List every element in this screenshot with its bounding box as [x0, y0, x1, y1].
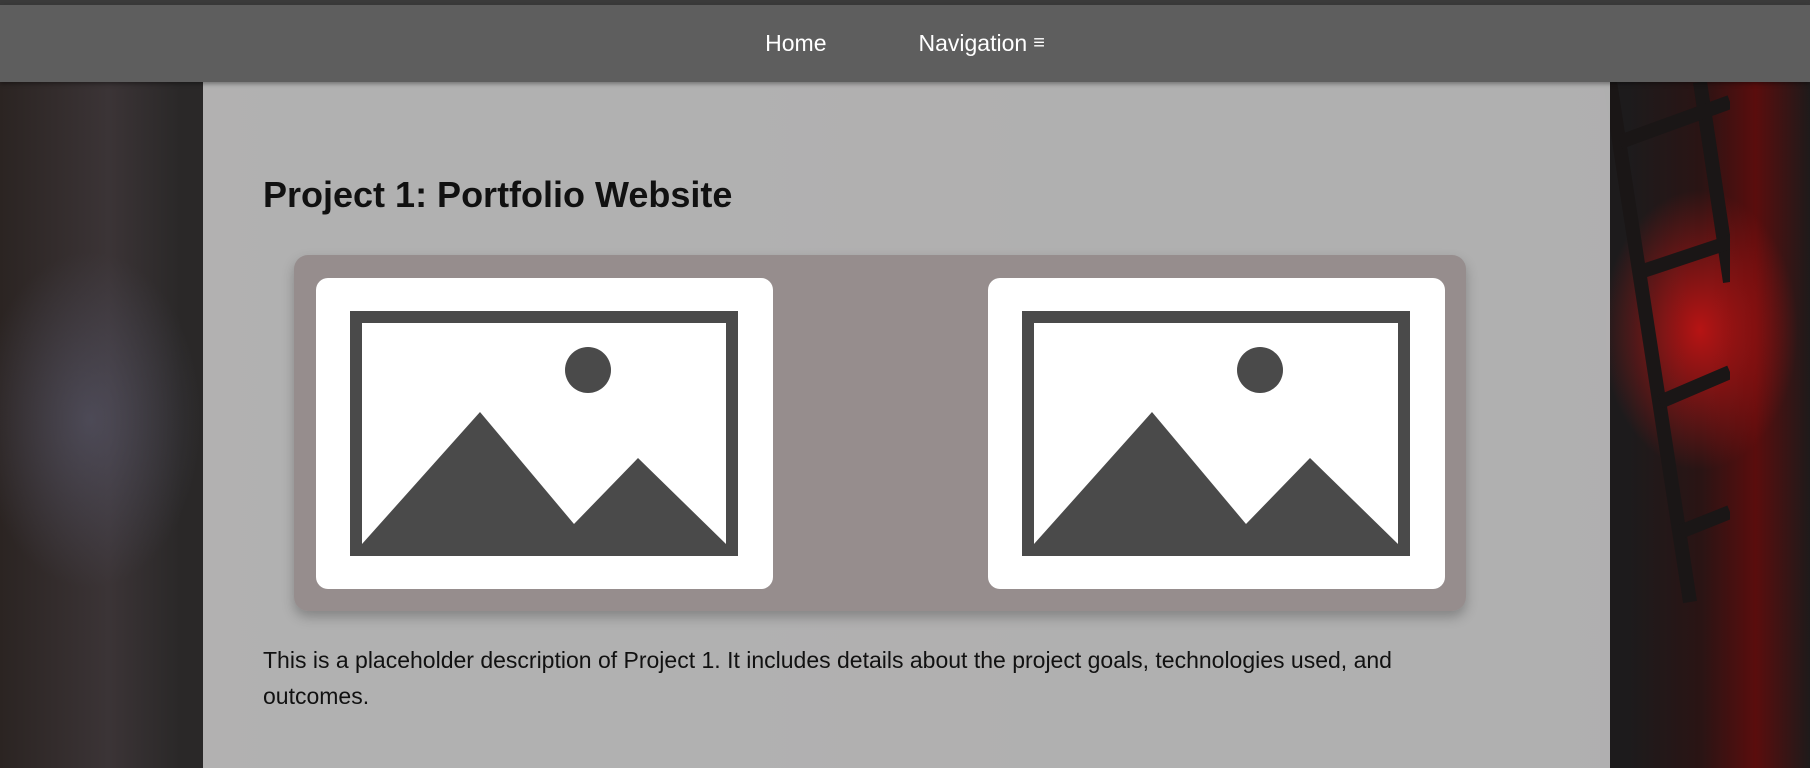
project-image-2[interactable]: [988, 278, 1445, 589]
project-description: This is a placeholder description of Pro…: [263, 647, 1392, 709]
main-content-panel: Project 1: Portfolio Website This is a p…: [203, 82, 1610, 768]
project-image-gallery: [294, 255, 1466, 611]
nav-home-label: Home: [765, 30, 827, 56]
project-title: Project 1: Portfolio Website: [263, 174, 733, 215]
project-image-1[interactable]: [316, 278, 773, 589]
image-placeholder-icon: [350, 311, 738, 556]
top-navbar: Home Navigation ≡: [0, 5, 1810, 82]
nav-navigation-label: Navigation: [918, 30, 1028, 56]
nav-navigation-menu[interactable]: Navigation ≡: [919, 30, 1045, 57]
hamburger-menu-icon: ≡: [1033, 32, 1045, 54]
nav-home-link[interactable]: Home: [765, 30, 826, 57]
image-placeholder-icon: [1022, 311, 1410, 556]
